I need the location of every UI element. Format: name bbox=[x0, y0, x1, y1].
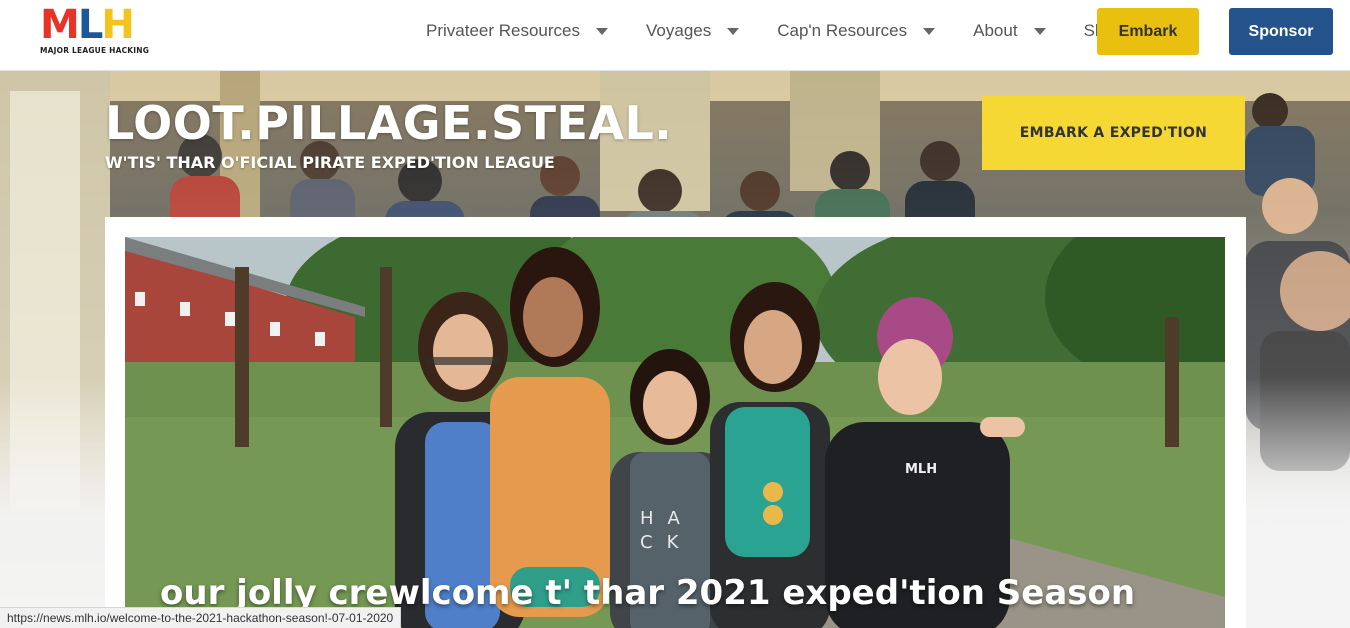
menu-item-voyages[interactable]: Voyages bbox=[646, 21, 740, 41]
shirt-text-c: C bbox=[640, 532, 667, 553]
chevron-down-icon bbox=[727, 27, 740, 35]
browser-status-bar: https://news.mlh.io/welcome-to-the-2021-… bbox=[0, 607, 402, 628]
embark-expedition-button[interactable]: EMBARK A EXPED'TION bbox=[982, 96, 1245, 170]
hero-title: LOOT.PILLAGE.STEAL. bbox=[105, 96, 673, 150]
mlh-logo[interactable]: M L H MAJOR LEAGUE HACKING bbox=[40, 2, 152, 56]
shirt-text-k: K bbox=[666, 532, 693, 553]
shirt-text-a: A bbox=[667, 508, 694, 529]
chevron-down-icon bbox=[596, 27, 609, 35]
main-menu: Privateer Resources Voyages Cap'n Resour… bbox=[426, 0, 1123, 62]
top-navigation: M L H MAJOR LEAGUE HACKING Privateer Res… bbox=[0, 0, 1350, 71]
menu-item-label: Cap'n Resources bbox=[777, 21, 908, 40]
embark-button[interactable]: Embark bbox=[1097, 8, 1199, 55]
chevron-down-icon bbox=[923, 27, 936, 35]
menu-item-label: About bbox=[973, 21, 1018, 40]
menu-item-label: Voyages bbox=[646, 21, 712, 40]
sponsor-button[interactable]: Sponsor bbox=[1229, 8, 1333, 55]
chevron-down-icon bbox=[1033, 27, 1046, 35]
logo-letter-h: H bbox=[101, 2, 135, 48]
hero-subtitle: W'TIS' THAR O'FICIAL PIRATE EXPED'TION L… bbox=[105, 153, 555, 172]
jacket-badge: MLH bbox=[905, 462, 938, 477]
logo-tagline: MAJOR LEAGUE HACKING bbox=[40, 46, 150, 55]
menu-item-capn-resources[interactable]: Cap'n Resources bbox=[777, 21, 936, 41]
shirt-text-h: H bbox=[640, 508, 668, 529]
menu-item-privateer-resources[interactable]: Privateer Resources bbox=[426, 21, 609, 41]
logo-letter-m: M bbox=[40, 2, 80, 48]
group-photo bbox=[125, 237, 1225, 628]
menu-item-label: Privateer Resources bbox=[426, 21, 581, 40]
menu-item-about[interactable]: About bbox=[973, 21, 1046, 41]
featured-post-image[interactable]: HA CK MLH bbox=[125, 237, 1225, 628]
logo-letter-l: L bbox=[77, 2, 103, 48]
